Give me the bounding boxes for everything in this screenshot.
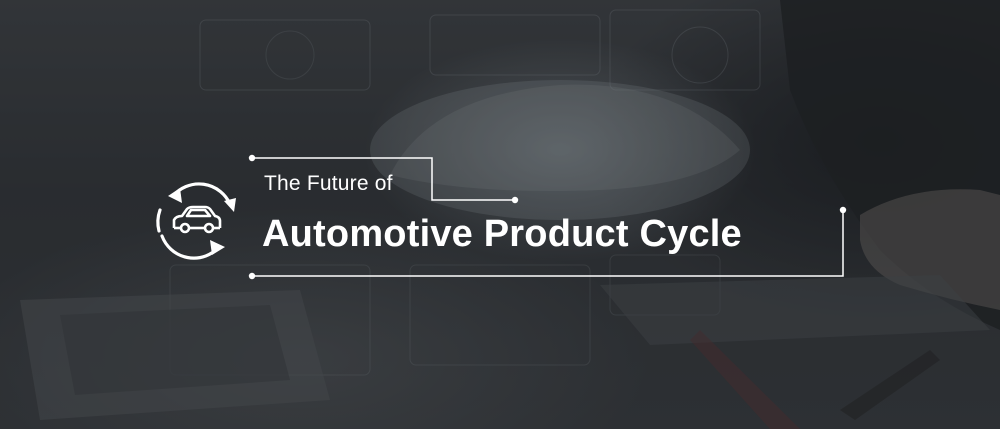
title-line-main: Automotive Product Cycle [262, 213, 742, 255]
title-line-small: The Future of [264, 172, 393, 195]
hero-banner: The Future of Automotive Product Cycle [0, 0, 1000, 429]
car-cycle-icon [156, 182, 236, 260]
